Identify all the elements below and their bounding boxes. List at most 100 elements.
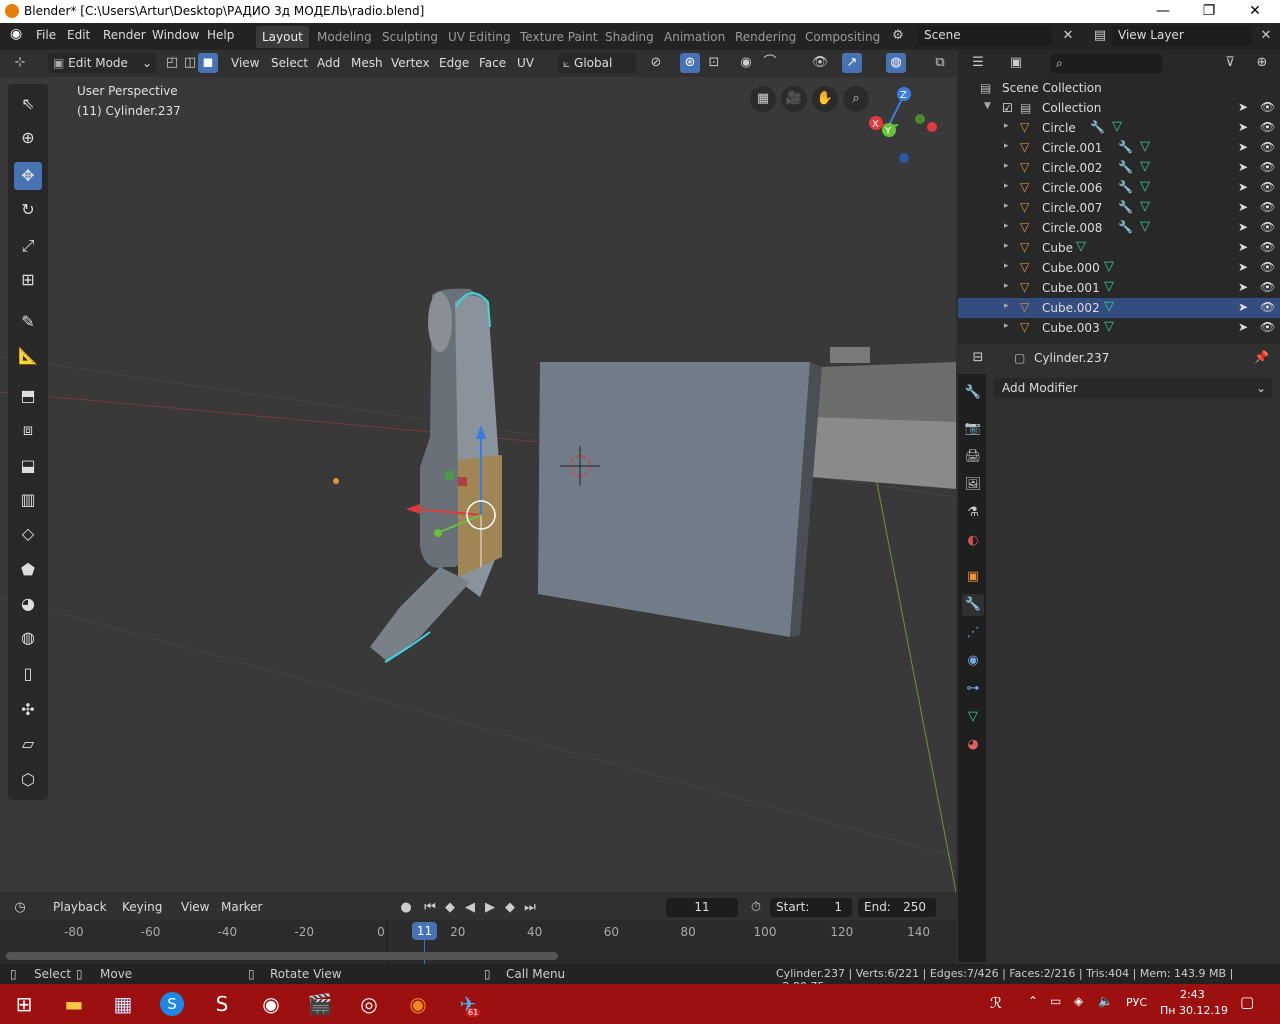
menu-file[interactable]: File — [36, 28, 56, 42]
tab-sculpting[interactable]: Sculpting — [376, 26, 444, 48]
expand-icon[interactable]: ▼ — [984, 101, 994, 111]
expand-icon[interactable]: ▸ — [1004, 121, 1014, 131]
jump-start-icon[interactable]: ⏮ — [420, 898, 440, 918]
menu-render[interactable]: Render — [103, 28, 146, 42]
selectable-icon[interactable]: ➤ — [1238, 320, 1248, 334]
3d-viewport[interactable]: User Perspective (11) Cylinder.237 ▦ 🎥 ✋… — [0, 77, 956, 892]
xray-toggle-icon[interactable]: ⧉ — [930, 53, 950, 73]
outliner-item[interactable]: ▸ ▽ Cube.002 ▽ ➤ 👁 — [958, 298, 1280, 318]
outliner-editor-icon[interactable]: ☰ — [968, 53, 988, 73]
scene-selector[interactable]: Scene — [918, 26, 1052, 45]
mode-selector[interactable]: ▣ Edit Mode ⌄ — [48, 53, 156, 73]
expand-icon[interactable]: ▸ — [1004, 141, 1014, 151]
close-button[interactable]: ✕ — [1232, 0, 1278, 23]
current-frame-field[interactable]: 11 — [666, 898, 738, 917]
selectable-icon[interactable]: ➤ — [1238, 160, 1248, 174]
selectable-icon[interactable]: ➤ — [1238, 180, 1248, 194]
menu-playback[interactable]: Playback — [48, 897, 112, 917]
modifier-tab-icon[interactable]: 🔧 — [962, 594, 984, 616]
eye-icon[interactable]: 👁 — [1260, 160, 1275, 174]
outliner-item[interactable]: ▸ ▽ Circle 🔧 ▽ ➤ 👁 — [958, 118, 1280, 138]
particles-tab-icon[interactable]: ⋰ — [962, 622, 984, 644]
minimize-button[interactable]: — — [1140, 0, 1186, 23]
navigation-gizmo[interactable]: Z X Y — [868, 85, 948, 175]
rip-tool-icon[interactable]: ⬡ — [14, 766, 42, 794]
world-tab-icon[interactable]: ◐ — [962, 530, 984, 552]
transform-tool-icon[interactable]: ⊞ — [14, 266, 42, 294]
edge-slide-tool-icon[interactable]: ▯ — [14, 660, 42, 688]
eye-icon[interactable]: 👁 — [1260, 240, 1275, 254]
tool-tab-icon[interactable]: 🔧 — [962, 382, 984, 404]
toggle-view-icon[interactable]: ▦ — [750, 86, 776, 112]
display-mode-icon[interactable]: ▣ — [1006, 53, 1026, 73]
scene-tab-icon[interactable]: ⚗ — [962, 502, 984, 524]
selectable-icon[interactable]: ➤ — [1238, 220, 1248, 234]
knife-tool-icon[interactable]: ◇ — [14, 520, 42, 548]
shrink-fatten-tool-icon[interactable]: ✣ — [14, 696, 42, 724]
measure-tool-icon[interactable]: 📐 — [14, 342, 42, 370]
scene-icon[interactable]: ⚙ — [888, 26, 908, 46]
new-collection-icon[interactable]: ⊕ — [1252, 53, 1272, 73]
playhead[interactable]: 11 — [412, 922, 437, 940]
clock-icon[interactable]: ⏱ — [746, 898, 766, 918]
select-tool-icon[interactable]: ⇖ — [14, 90, 42, 118]
outliner-item[interactable]: ▸ ▽ Cube ▽ ➤ 👁 — [958, 238, 1280, 258]
language-indicator[interactable]: РУС — [1126, 996, 1147, 1009]
spin-tool-icon[interactable]: ◕ — [14, 590, 42, 618]
properties-editor-icon[interactable]: ⊟ — [968, 348, 988, 368]
expand-icon[interactable]: ▸ — [1004, 221, 1014, 231]
pan-view-icon[interactable]: ✋ — [812, 86, 838, 112]
proportional-edit-icon[interactable]: ◉ — [736, 53, 756, 73]
notifications-icon[interactable]: ▢ — [1240, 993, 1254, 1011]
remove-view-layer-icon[interactable]: ✕ — [1256, 26, 1276, 46]
face-select-icon[interactable]: ◼ — [198, 53, 218, 73]
vertex-select-icon[interactable]: ◰ — [162, 53, 182, 73]
selectable-icon[interactable]: ➤ — [1238, 300, 1248, 314]
network-icon[interactable]: ▭ — [1050, 994, 1061, 1008]
file-explorer-icon[interactable]: ▬ — [58, 988, 90, 1020]
menu-add[interactable]: Add — [312, 53, 345, 73]
loop-cut-tool-icon[interactable]: ▥ — [14, 486, 42, 514]
visibility-icon[interactable]: 👁 — [810, 53, 830, 73]
bevel-tool-icon[interactable]: ⬓ — [14, 452, 42, 480]
outliner-item[interactable]: ▸ ▽ Circle.001 🔧 ▽ ➤ 👁 — [958, 138, 1280, 158]
outliner-search-input[interactable]: ⌕ — [1050, 54, 1162, 73]
tab-animation[interactable]: Animation — [658, 26, 731, 48]
view-layer-icon[interactable]: ▤ — [1090, 26, 1110, 46]
prev-keyframe-icon[interactable]: ◆ — [440, 898, 460, 918]
sketchup-icon[interactable]: S — [206, 988, 238, 1020]
menu-select[interactable]: Select — [266, 53, 313, 73]
material-tab-icon[interactable]: ◕ — [962, 734, 984, 756]
pivot-icon[interactable]: ⊘ — [646, 53, 666, 73]
selectable-icon[interactable]: ➤ — [1238, 240, 1248, 254]
menu-marker[interactable]: Marker — [216, 897, 267, 917]
timeline-editor-icon[interactable]: ◷ — [10, 898, 30, 918]
inset-tool-icon[interactable]: ⧈ — [14, 416, 42, 444]
outliner-item[interactable]: ▸ ▽ Circle.002 🔧 ▽ ➤ 👁 — [958, 158, 1280, 178]
view-layer-selector[interactable]: View Layer — [1112, 26, 1252, 45]
video-editor-icon[interactable]: 🎬 — [304, 988, 336, 1020]
eye-icon[interactable]: 👁 — [1260, 260, 1275, 274]
tab-compositing[interactable]: Compositing — [799, 26, 886, 48]
filter-icon[interactable]: ⊽ — [1220, 53, 1240, 73]
tab-texture-paint[interactable]: Texture Paint — [514, 26, 603, 48]
selectable-icon[interactable]: ➤ — [1238, 260, 1248, 274]
eye-icon[interactable]: 👁 — [1260, 180, 1275, 194]
menu-face[interactable]: Face — [474, 53, 511, 73]
app-target-icon[interactable]: ◎ — [353, 988, 385, 1020]
expand-icon[interactable]: ▸ — [1004, 301, 1014, 311]
selectable-icon[interactable]: ➤ — [1238, 200, 1248, 214]
menu-vertex[interactable]: Vertex — [386, 53, 435, 73]
outliner-item[interactable]: ▸ ▽ Circle.007 🔧 ▽ ➤ 👁 — [958, 198, 1280, 218]
expand-icon[interactable]: ▸ — [1004, 281, 1014, 291]
poly-build-tool-icon[interactable]: ⬟ — [14, 556, 42, 584]
eye-icon[interactable]: 👁 — [1260, 200, 1275, 214]
checkbox-icon[interactable]: ☑ — [1002, 101, 1013, 115]
scale-tool-icon[interactable]: ⤢ — [14, 232, 42, 260]
expand-icon[interactable]: ▸ — [1004, 181, 1014, 191]
menu-help[interactable]: Help — [207, 28, 234, 42]
play-icon[interactable]: ▶ — [480, 898, 500, 918]
constraints-tab-icon[interactable]: ⊶ — [962, 678, 984, 700]
start-frame-field[interactable]: Start: 1 — [770, 898, 852, 917]
extrude-tool-icon[interactable]: ⬒ — [14, 382, 42, 410]
